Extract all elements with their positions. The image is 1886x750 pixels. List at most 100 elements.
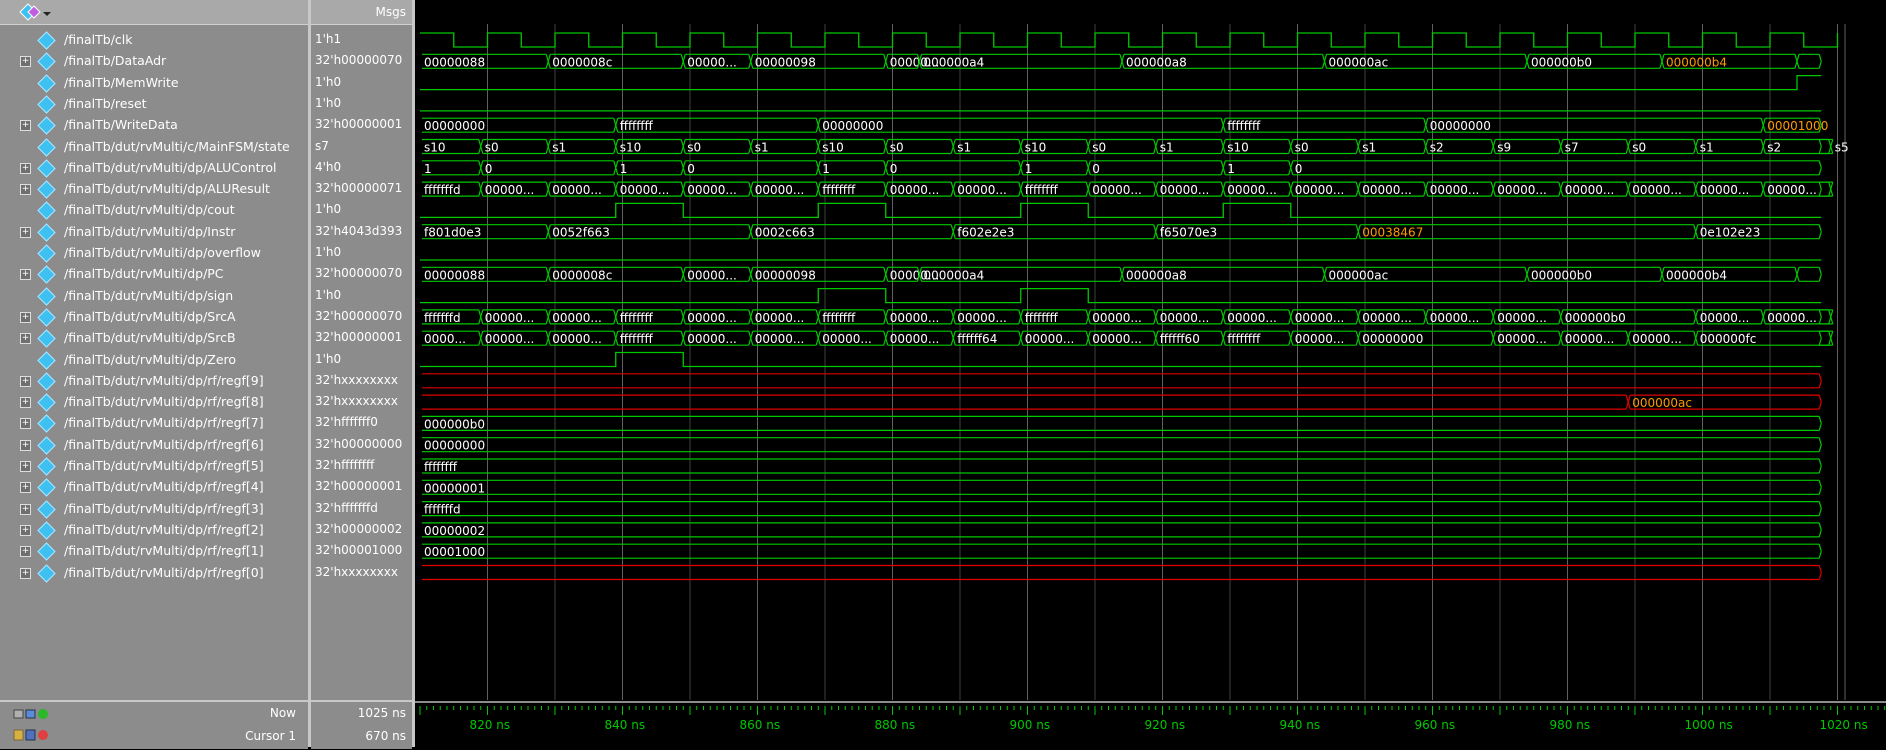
signal-name[interactable]: /finalTb/dut/rvMulti/dp/rf/regf[3] <box>64 501 264 516</box>
expand-icon[interactable]: + <box>20 311 31 323</box>
signal-row[interactable]: /finalTb/dut/rvMulti/dp/overflow <box>0 243 308 264</box>
signal-row[interactable]: /finalTb/dut/rvMulti/dp/cout <box>0 200 308 221</box>
bus-end <box>1818 167 1822 175</box>
bus-value: s10 <box>1227 141 1249 155</box>
signal-row[interactable]: + /finalTb/dut/rvMulti/dp/rf/regf[6] <box>0 435 308 456</box>
bus-end <box>1818 416 1822 424</box>
expand-icon[interactable]: + <box>20 375 31 387</box>
expand-icon[interactable]: + <box>20 418 31 430</box>
cursor-tools-icon[interactable] <box>10 704 70 748</box>
cursor-label[interactable]: Cursor 1 <box>245 729 296 743</box>
expand-icon[interactable]: + <box>20 333 31 345</box>
signal-row[interactable]: + /finalTb/dut/rvMulti/dp/rf/regf[4] <box>0 477 308 498</box>
signal-name[interactable]: /finalTb/dut/rvMulti/dp/rf/regf[7] <box>64 415 264 430</box>
expand-icon[interactable]: + <box>20 397 31 409</box>
signal-diamond-icon <box>37 95 56 114</box>
expand-icon[interactable]: + <box>20 269 31 281</box>
wave-pane[interactable]: 00000088 0000008c 00000... 00000098 00000...… <box>415 0 1886 747</box>
signal-name[interactable]: /finalTb/dut/rvMulti/dp/Instr <box>64 224 235 239</box>
signal-row[interactable]: /finalTb/reset <box>0 94 308 115</box>
signal-name[interactable]: /finalTb/WriteData <box>64 117 178 132</box>
signal-diamond-icon <box>37 52 56 71</box>
signal-name[interactable]: /finalTb/clk <box>64 32 133 47</box>
signal-row[interactable]: + /finalTb/dut/rvMulti/dp/rf/regf[8] <box>0 392 308 413</box>
signal-name[interactable]: /finalTb/dut/rvMulti/dp/sign <box>64 288 233 303</box>
signal-name[interactable]: /finalTb/dut/rvMulti/dp/rf/regf[8] <box>64 394 264 409</box>
expand-icon[interactable]: + <box>20 439 31 451</box>
signal-row[interactable]: /finalTb/dut/rvMulti/dp/Zero <box>0 350 308 371</box>
signal-name[interactable]: /finalTb/dut/rvMulti/dp/SrcB <box>64 330 236 345</box>
signal-row[interactable]: + /finalTb/dut/rvMulti/dp/rf/regf[1] <box>0 541 308 562</box>
expand-icon[interactable]: + <box>20 482 31 494</box>
signal-name[interactable]: /finalTb/dut/rvMulti/dp/cout <box>64 202 235 217</box>
bus-value: 00000... <box>1295 332 1345 346</box>
bus-value: 1 <box>822 162 830 176</box>
signal-name[interactable]: /finalTb/dut/rvMulti/dp/rf/regf[2] <box>64 522 264 537</box>
signal-name[interactable]: /finalTb/dut/rvMulti/dp/rf/regf[9] <box>64 373 264 388</box>
expand-icon[interactable]: + <box>20 162 31 174</box>
signal-name[interactable]: /finalTb/dut/rvMulti/dp/Zero <box>64 352 236 367</box>
expand-icon[interactable]: + <box>20 503 31 515</box>
signal-row[interactable]: + /finalTb/dut/rvMulti/dp/rf/regf[2] <box>0 520 308 541</box>
wave-menu-icon[interactable] <box>14 0 54 24</box>
now-label: Now <box>269 706 296 720</box>
signal-value: 32'hfffffff0 <box>315 415 378 430</box>
signal-row[interactable]: /finalTb/clk <box>0 30 308 51</box>
signal-row[interactable]: + /finalTb/dut/rvMulti/dp/ALUControl <box>0 158 308 179</box>
signal-row[interactable]: /finalTb/dut/rvMulti/c/MainFSM/state <box>0 137 308 158</box>
signal-row[interactable]: + /finalTb/dut/rvMulti/dp/SrcA <box>0 307 308 328</box>
signal-row[interactable]: + /finalTb/DataAdr <box>0 51 308 72</box>
signal-name[interactable]: /finalTb/MemWrite <box>64 75 179 90</box>
expand-icon[interactable]: + <box>20 184 31 196</box>
expand-icon[interactable]: + <box>20 461 31 472</box>
bus-value: 00000... <box>957 183 1007 197</box>
signal-value: 32'h00001000 <box>315 543 403 558</box>
signal-row[interactable]: + /finalTb/dut/rvMulti/dp/rf/regf[7] <box>0 413 308 434</box>
signal-name[interactable]: /finalTb/DataAdr <box>64 53 166 68</box>
signal-row[interactable]: + /finalTb/dut/rvMulti/dp/rf/regf[3] <box>0 499 308 520</box>
signal-name[interactable]: /finalTb/dut/rvMulti/dp/rf/regf[6] <box>64 437 264 452</box>
signal-name[interactable]: /finalTb/dut/rvMulti/dp/rf/regf[5] <box>64 458 264 473</box>
signal-name[interactable]: /finalTb/dut/rvMulti/c/MainFSM/state <box>64 139 290 154</box>
expand-icon[interactable]: + <box>20 524 31 536</box>
signal-name[interactable]: /finalTb/dut/rvMulti/dp/PC <box>64 266 224 281</box>
expand-icon[interactable]: + <box>20 120 31 132</box>
signal-row[interactable]: + /finalTb/dut/rvMulti/dp/PC <box>0 264 308 285</box>
bus-value: 1 <box>620 162 628 176</box>
signal-row[interactable]: + /finalTb/dut/rvMulti/dp/SrcB <box>0 328 308 349</box>
bus-value: f65070e3 <box>1160 226 1217 240</box>
bus-value: 0e102e23 <box>1700 226 1761 240</box>
bus-value: 00000... <box>485 311 535 325</box>
signal-value: 32'hxxxxxxxx <box>315 372 398 387</box>
signal-row[interactable]: + /finalTb/dut/rvMulti/dp/ALUResult <box>0 179 308 200</box>
signal-value: 1'h0 <box>315 74 342 89</box>
bus-value: 00000... <box>755 311 805 325</box>
bus-value: 00000... <box>755 332 805 346</box>
waveform-canvas[interactable]: 00000088 0000008c 00000... 00000098 00000...… <box>415 0 1886 747</box>
signal-name[interactable]: /finalTb/dut/rvMulti/dp/rf/regf[0] <box>64 565 264 580</box>
bus-value: 00000... <box>1227 311 1277 325</box>
signal-name[interactable]: /finalTb/dut/rvMulti/dp/ALUControl <box>64 160 277 175</box>
value-pane-header: Msgs <box>311 0 412 25</box>
expand-icon[interactable]: + <box>20 567 31 579</box>
bus-value: 000000b0 <box>1565 311 1626 325</box>
signal-row[interactable]: + /finalTb/dut/rvMulti/dp/rf/regf[9] <box>0 371 308 392</box>
bus-end <box>1818 274 1822 282</box>
signal-name[interactable]: /finalTb/dut/rvMulti/dp/rf/regf[4] <box>64 479 264 494</box>
signal-row[interactable]: + /finalTb/dut/rvMulti/dp/rf/regf[0] <box>0 563 308 584</box>
signal-row[interactable]: /finalTb/MemWrite <box>0 73 308 94</box>
bus-value: 00000... <box>552 332 602 346</box>
expand-icon[interactable]: + <box>20 226 31 238</box>
signal-name[interactable]: /finalTb/dut/rvMulti/dp/rf/regf[1] <box>64 543 264 558</box>
signal-name[interactable]: /finalTb/dut/rvMulti/dp/overflow <box>64 245 261 260</box>
signal-name[interactable]: /finalTb/reset <box>64 96 147 111</box>
signal-row[interactable]: /finalTb/dut/rvMulti/dp/sign <box>0 286 308 307</box>
signal-row[interactable]: + /finalTb/dut/rvMulti/dp/Instr <box>0 222 308 243</box>
expand-icon[interactable]: + <box>20 546 31 558</box>
signal-row[interactable]: + /finalTb/dut/rvMulti/dp/rf/regf[5] <box>0 456 308 477</box>
signal-row[interactable]: + /finalTb/WriteData <box>0 115 308 136</box>
expand-icon[interactable]: + <box>20 56 31 68</box>
signal-name[interactable]: /finalTb/dut/rvMulti/dp/SrcA <box>64 309 236 324</box>
signal-name[interactable]: /finalTb/dut/rvMulti/dp/ALUResult <box>64 181 270 196</box>
bus-value: f801d0e3 <box>424 226 481 240</box>
